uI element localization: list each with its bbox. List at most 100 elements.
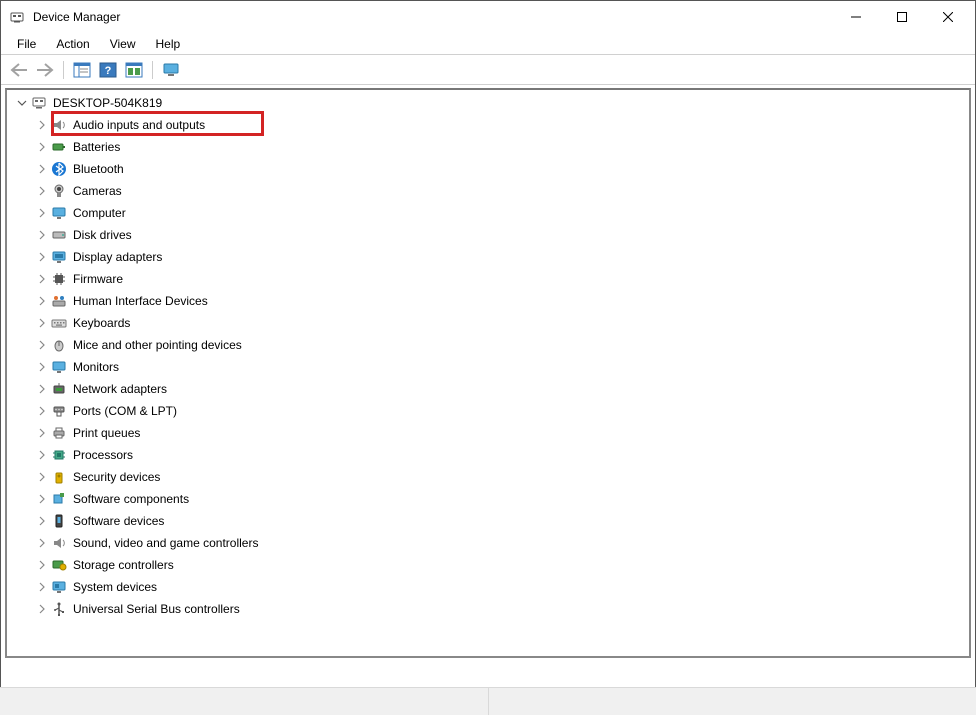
tree-item-cameras[interactable]: Cameras xyxy=(7,180,969,202)
app-icon xyxy=(9,9,25,25)
tree-item-audio[interactable]: Audio inputs and outputs xyxy=(7,114,969,136)
device-tree: DESKTOP-504K819 Audio inputs and outputs… xyxy=(7,90,969,626)
statusbar xyxy=(0,687,976,715)
tree-item-label: Keyboards xyxy=(73,316,130,330)
menu-view[interactable]: View xyxy=(100,35,146,53)
status-cell xyxy=(489,688,976,715)
expander-right-icon[interactable] xyxy=(35,448,49,462)
expander-right-icon[interactable] xyxy=(35,184,49,198)
tree-item-security-devices[interactable]: Security devices xyxy=(7,466,969,488)
tree-item-bluetooth[interactable]: Bluetooth xyxy=(7,158,969,180)
chip-icon xyxy=(50,270,68,288)
speaker-icon xyxy=(50,116,68,134)
tree-item-label: Batteries xyxy=(73,140,120,154)
tree-item-label: Processors xyxy=(73,448,133,462)
expander-right-icon[interactable] xyxy=(35,514,49,528)
tree-item-sound-video[interactable]: Sound, video and game controllers xyxy=(7,532,969,554)
tree-item-label: Software components xyxy=(73,492,189,506)
expander-right-icon[interactable] xyxy=(35,338,49,352)
tree-item-label: Security devices xyxy=(73,470,160,484)
usb-icon xyxy=(50,600,68,618)
expander-right-icon[interactable] xyxy=(35,228,49,242)
expander-right-icon[interactable] xyxy=(35,162,49,176)
show-hide-tree-button[interactable] xyxy=(70,58,94,82)
tree-item-display-adapters[interactable]: Display adapters xyxy=(7,246,969,268)
menu-action[interactable]: Action xyxy=(46,35,99,53)
tree-item-disk-drives[interactable]: Disk drives xyxy=(7,224,969,246)
security-icon xyxy=(50,468,68,486)
camera-icon xyxy=(50,182,68,200)
bluetooth-icon xyxy=(50,160,68,178)
expander-right-icon[interactable] xyxy=(35,206,49,220)
expander-right-icon[interactable] xyxy=(35,118,49,132)
tree-root-label: DESKTOP-504K819 xyxy=(53,96,162,110)
window-title: Device Manager xyxy=(33,10,833,24)
expander-right-icon[interactable] xyxy=(35,580,49,594)
expander-right-icon[interactable] xyxy=(35,536,49,550)
expander-right-icon[interactable] xyxy=(35,470,49,484)
keyboard-icon xyxy=(50,314,68,332)
tree-item-print-queues[interactable]: Print queues xyxy=(7,422,969,444)
expander-right-icon[interactable] xyxy=(35,404,49,418)
expander-right-icon[interactable] xyxy=(35,558,49,572)
tree-item-network-adapters[interactable]: Network adapters xyxy=(7,378,969,400)
titlebar: Device Manager xyxy=(1,1,975,33)
menubar: File Action View Help xyxy=(1,33,975,55)
tree-item-computer[interactable]: Computer xyxy=(7,202,969,224)
expander-right-icon[interactable] xyxy=(35,250,49,264)
expander-right-icon[interactable] xyxy=(35,426,49,440)
minimize-button[interactable] xyxy=(833,2,879,32)
tree-item-system-devices[interactable]: System devices xyxy=(7,576,969,598)
expander-down-icon[interactable] xyxy=(15,96,29,110)
tree-item-software-components[interactable]: Software components xyxy=(7,488,969,510)
cpu-icon xyxy=(50,446,68,464)
tree-item-batteries[interactable]: Batteries xyxy=(7,136,969,158)
tree-item-label: Universal Serial Bus controllers xyxy=(73,602,240,616)
expander-right-icon[interactable] xyxy=(35,272,49,286)
tree-item-ports[interactable]: Ports (COM & LPT) xyxy=(7,400,969,422)
help-button[interactable]: ? xyxy=(96,58,120,82)
expander-right-icon[interactable] xyxy=(35,602,49,616)
tree-item-hid[interactable]: Human Interface Devices xyxy=(7,290,969,312)
menu-file[interactable]: File xyxy=(7,35,46,53)
tree-item-storage-controllers[interactable]: Storage controllers xyxy=(7,554,969,576)
tree-item-software-devices[interactable]: Software devices xyxy=(7,510,969,532)
expander-right-icon[interactable] xyxy=(35,492,49,506)
tree-item-label: Network adapters xyxy=(73,382,167,396)
tree-item-label: Cameras xyxy=(73,184,122,198)
tree-root[interactable]: DESKTOP-504K819 xyxy=(7,92,969,114)
forward-button[interactable] xyxy=(33,58,57,82)
monitor-icon xyxy=(50,204,68,222)
expander-right-icon[interactable] xyxy=(35,360,49,374)
expander-right-icon[interactable] xyxy=(35,140,49,154)
scan-hardware-button[interactable] xyxy=(122,58,146,82)
tree-item-label: Storage controllers xyxy=(73,558,174,572)
tree-item-label: Audio inputs and outputs xyxy=(73,118,205,132)
tree-item-mice[interactable]: Mice and other pointing devices xyxy=(7,334,969,356)
tree-item-label: Mice and other pointing devices xyxy=(73,338,242,352)
tree-item-monitors[interactable]: Monitors xyxy=(7,356,969,378)
tree-item-firmware[interactable]: Firmware xyxy=(7,268,969,290)
tree-item-label: Bluetooth xyxy=(73,162,124,176)
menu-help[interactable]: Help xyxy=(146,35,191,53)
computer-icon xyxy=(30,94,48,112)
tree-item-label: Ports (COM & LPT) xyxy=(73,404,177,418)
back-button[interactable] xyxy=(7,58,31,82)
expander-right-icon[interactable] xyxy=(35,294,49,308)
battery-icon xyxy=(50,138,68,156)
expander-right-icon[interactable] xyxy=(35,382,49,396)
maximize-button[interactable] xyxy=(879,2,925,32)
tree-item-label: Human Interface Devices xyxy=(73,294,208,308)
speaker-icon xyxy=(50,534,68,552)
device-tree-container[interactable]: DESKTOP-504K819 Audio inputs and outputs… xyxy=(5,88,971,658)
tree-item-processors[interactable]: Processors xyxy=(7,444,969,466)
expander-right-icon[interactable] xyxy=(35,316,49,330)
tree-item-keyboards[interactable]: Keyboards xyxy=(7,312,969,334)
close-button[interactable] xyxy=(925,2,971,32)
tree-item-usb-controllers[interactable]: Universal Serial Bus controllers xyxy=(7,598,969,620)
port-icon xyxy=(50,402,68,420)
disk-icon xyxy=(50,226,68,244)
tree-item-label: Display adapters xyxy=(73,250,162,264)
monitor-button[interactable] xyxy=(159,58,183,82)
window-controls xyxy=(833,2,971,32)
